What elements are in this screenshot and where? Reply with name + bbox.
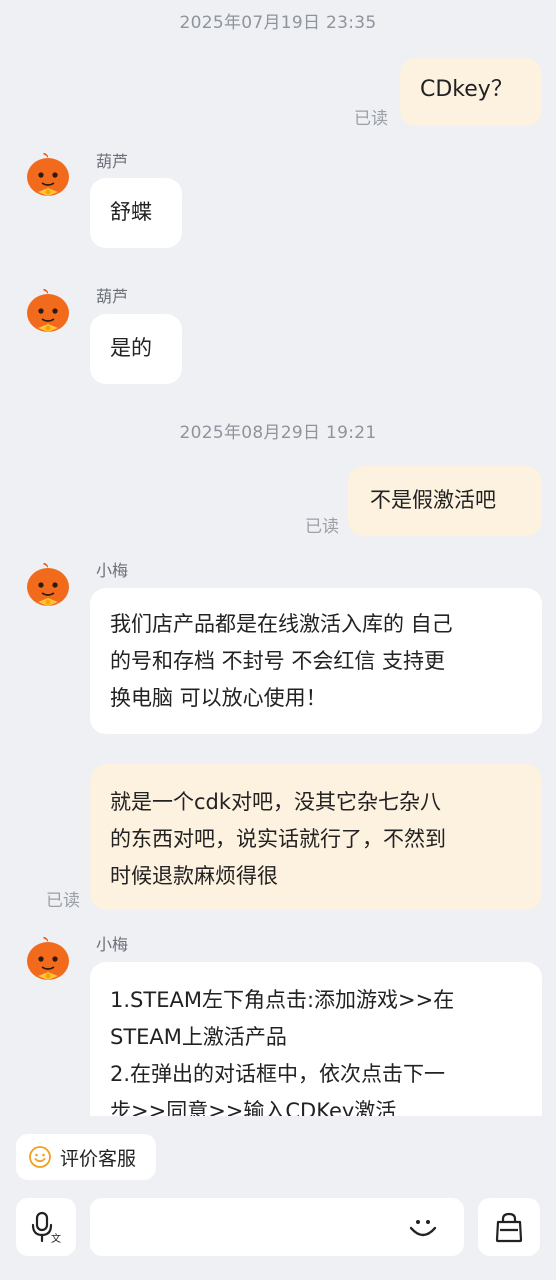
rate-service-button[interactable]: 评价客服 — [16, 1134, 156, 1180]
avatar-icon[interactable] — [24, 150, 72, 198]
outgoing-message-1[interactable]: CDkey？ — [400, 58, 542, 126]
message-line: 换电脑 可以放心使用！ — [110, 686, 327, 710]
incoming-message-2[interactable]: 是的 — [90, 314, 182, 384]
smile-icon — [29, 1146, 51, 1168]
rate-service-label: 评价客服 — [60, 1147, 137, 1170]
message-line: 2.在弹出的对话框中，依次点击下一 — [110, 1062, 446, 1086]
sender-name: 葫芦 — [96, 152, 129, 171]
sender-name: 小梅 — [96, 561, 129, 580]
outgoing-message-3[interactable]: 就是一个cdk对吧，没其它杂七杂八 的东西对吧，说实话就行了，不然到 时候退款麻… — [90, 764, 542, 910]
message-line: 1.STEAM左下角点击:添加游戏>>在 — [110, 988, 455, 1012]
avatar-icon[interactable] — [24, 934, 72, 982]
mic-icon: 文 — [31, 1211, 61, 1245]
incoming-message-3[interactable]: 我们店产品都是在线激活入库的 自己 的号和存档 不封号 不会红信 支持更 换电脑… — [90, 588, 542, 734]
emoji-icon[interactable] — [406, 1210, 440, 1244]
incoming-message-4[interactable]: 1.STEAM左下角点击:添加游戏>>在 STEAM上激活产品 2.在弹出的对话… — [90, 962, 542, 1116]
shopping-bag-icon — [495, 1212, 523, 1243]
message-line: 我们店产品都是在线激活入库的 自己 — [110, 612, 453, 636]
svg-text:文: 文 — [51, 1232, 61, 1245]
input-bar: 文 — [0, 1184, 556, 1280]
read-status-1: 已读 — [354, 109, 388, 129]
message-input[interactable] — [90, 1198, 464, 1256]
message-line: STEAM上激活产品 — [110, 1025, 287, 1049]
message-line: 的号和存档 不封号 不会红信 支持更 — [110, 649, 446, 673]
timestamp-1: 2025年07月19日 23:35 — [179, 13, 377, 33]
avatar-icon[interactable] — [24, 286, 72, 334]
message-line: 步>>同意>>输入CDKey激活 — [110, 1099, 397, 1116]
read-status-3: 已读 — [46, 891, 80, 911]
shop-button[interactable] — [478, 1198, 540, 1256]
read-status-2: 已读 — [305, 517, 339, 537]
sender-name: 小梅 — [96, 935, 129, 954]
timestamp-2: 2025年08月29日 19:21 — [179, 423, 377, 443]
message-line: 就是一个cdk对吧，没其它杂七杂八 — [110, 790, 442, 814]
message-line: 的东西对吧，说实话就行了，不然到 — [110, 827, 446, 851]
incoming-message-1[interactable]: 舒蝶 — [90, 178, 182, 248]
outgoing-message-2[interactable]: 不是假激活吧 — [348, 466, 542, 536]
message-line: 时候退款麻烦得很 — [110, 864, 278, 888]
avatar-icon[interactable] — [24, 560, 72, 608]
sender-name: 葫芦 — [96, 287, 129, 306]
chat-area[interactable]: 2025年07月19日 23:35 已读 CDkey？ 葫芦 舒蝶 葫芦 是的 … — [0, 0, 556, 1116]
voice-input-button[interactable]: 文 — [16, 1198, 76, 1256]
